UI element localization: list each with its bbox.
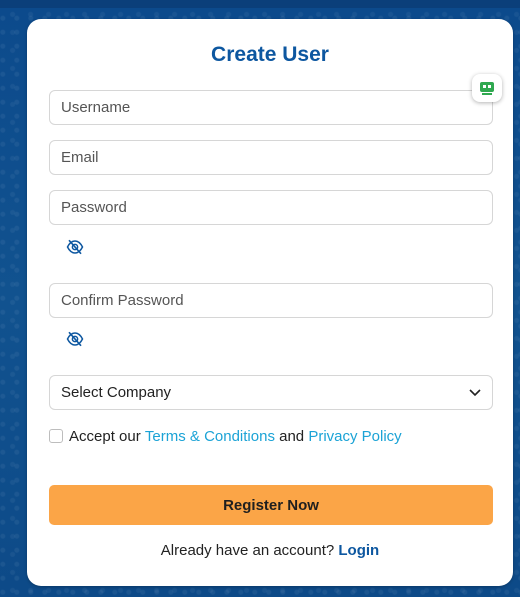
password-input[interactable] [49,190,493,225]
robot-icon [480,82,494,95]
login-prompt: Already have an account? Login [27,542,513,559]
confirm-password-visibility-toggle[interactable] [65,329,85,349]
eye-slash-icon [66,331,84,347]
terms-and: and [279,427,305,445]
company-select[interactable]: Select Company [49,375,493,410]
confirm-password-input[interactable] [49,283,493,318]
username-input[interactable] [49,90,493,125]
password-visibility-toggle[interactable] [65,237,85,257]
register-card: Create User Select Company Accept our Te… [27,19,513,586]
login-prompt-text: Already have an account? [160,542,335,559]
privacy-link[interactable]: Privacy Policy [308,428,401,445]
login-link[interactable]: Login [338,542,379,559]
page-title: Create User [211,43,329,66]
terms-prefix: Accept our [69,427,141,445]
eye-slash-icon [66,239,84,255]
email-input[interactable] [49,140,493,175]
company-select-value: Select Company [61,384,172,401]
extension-badge[interactable] [472,74,502,102]
chevron-down-icon [469,388,481,396]
terms-row: Accept our Terms & Conditions and Privac… [49,426,402,446]
register-button[interactable]: Register Now [49,485,493,525]
page-top-strip [0,0,520,8]
terms-link[interactable]: Terms & Conditions [145,428,275,445]
terms-checkbox[interactable] [49,429,63,443]
